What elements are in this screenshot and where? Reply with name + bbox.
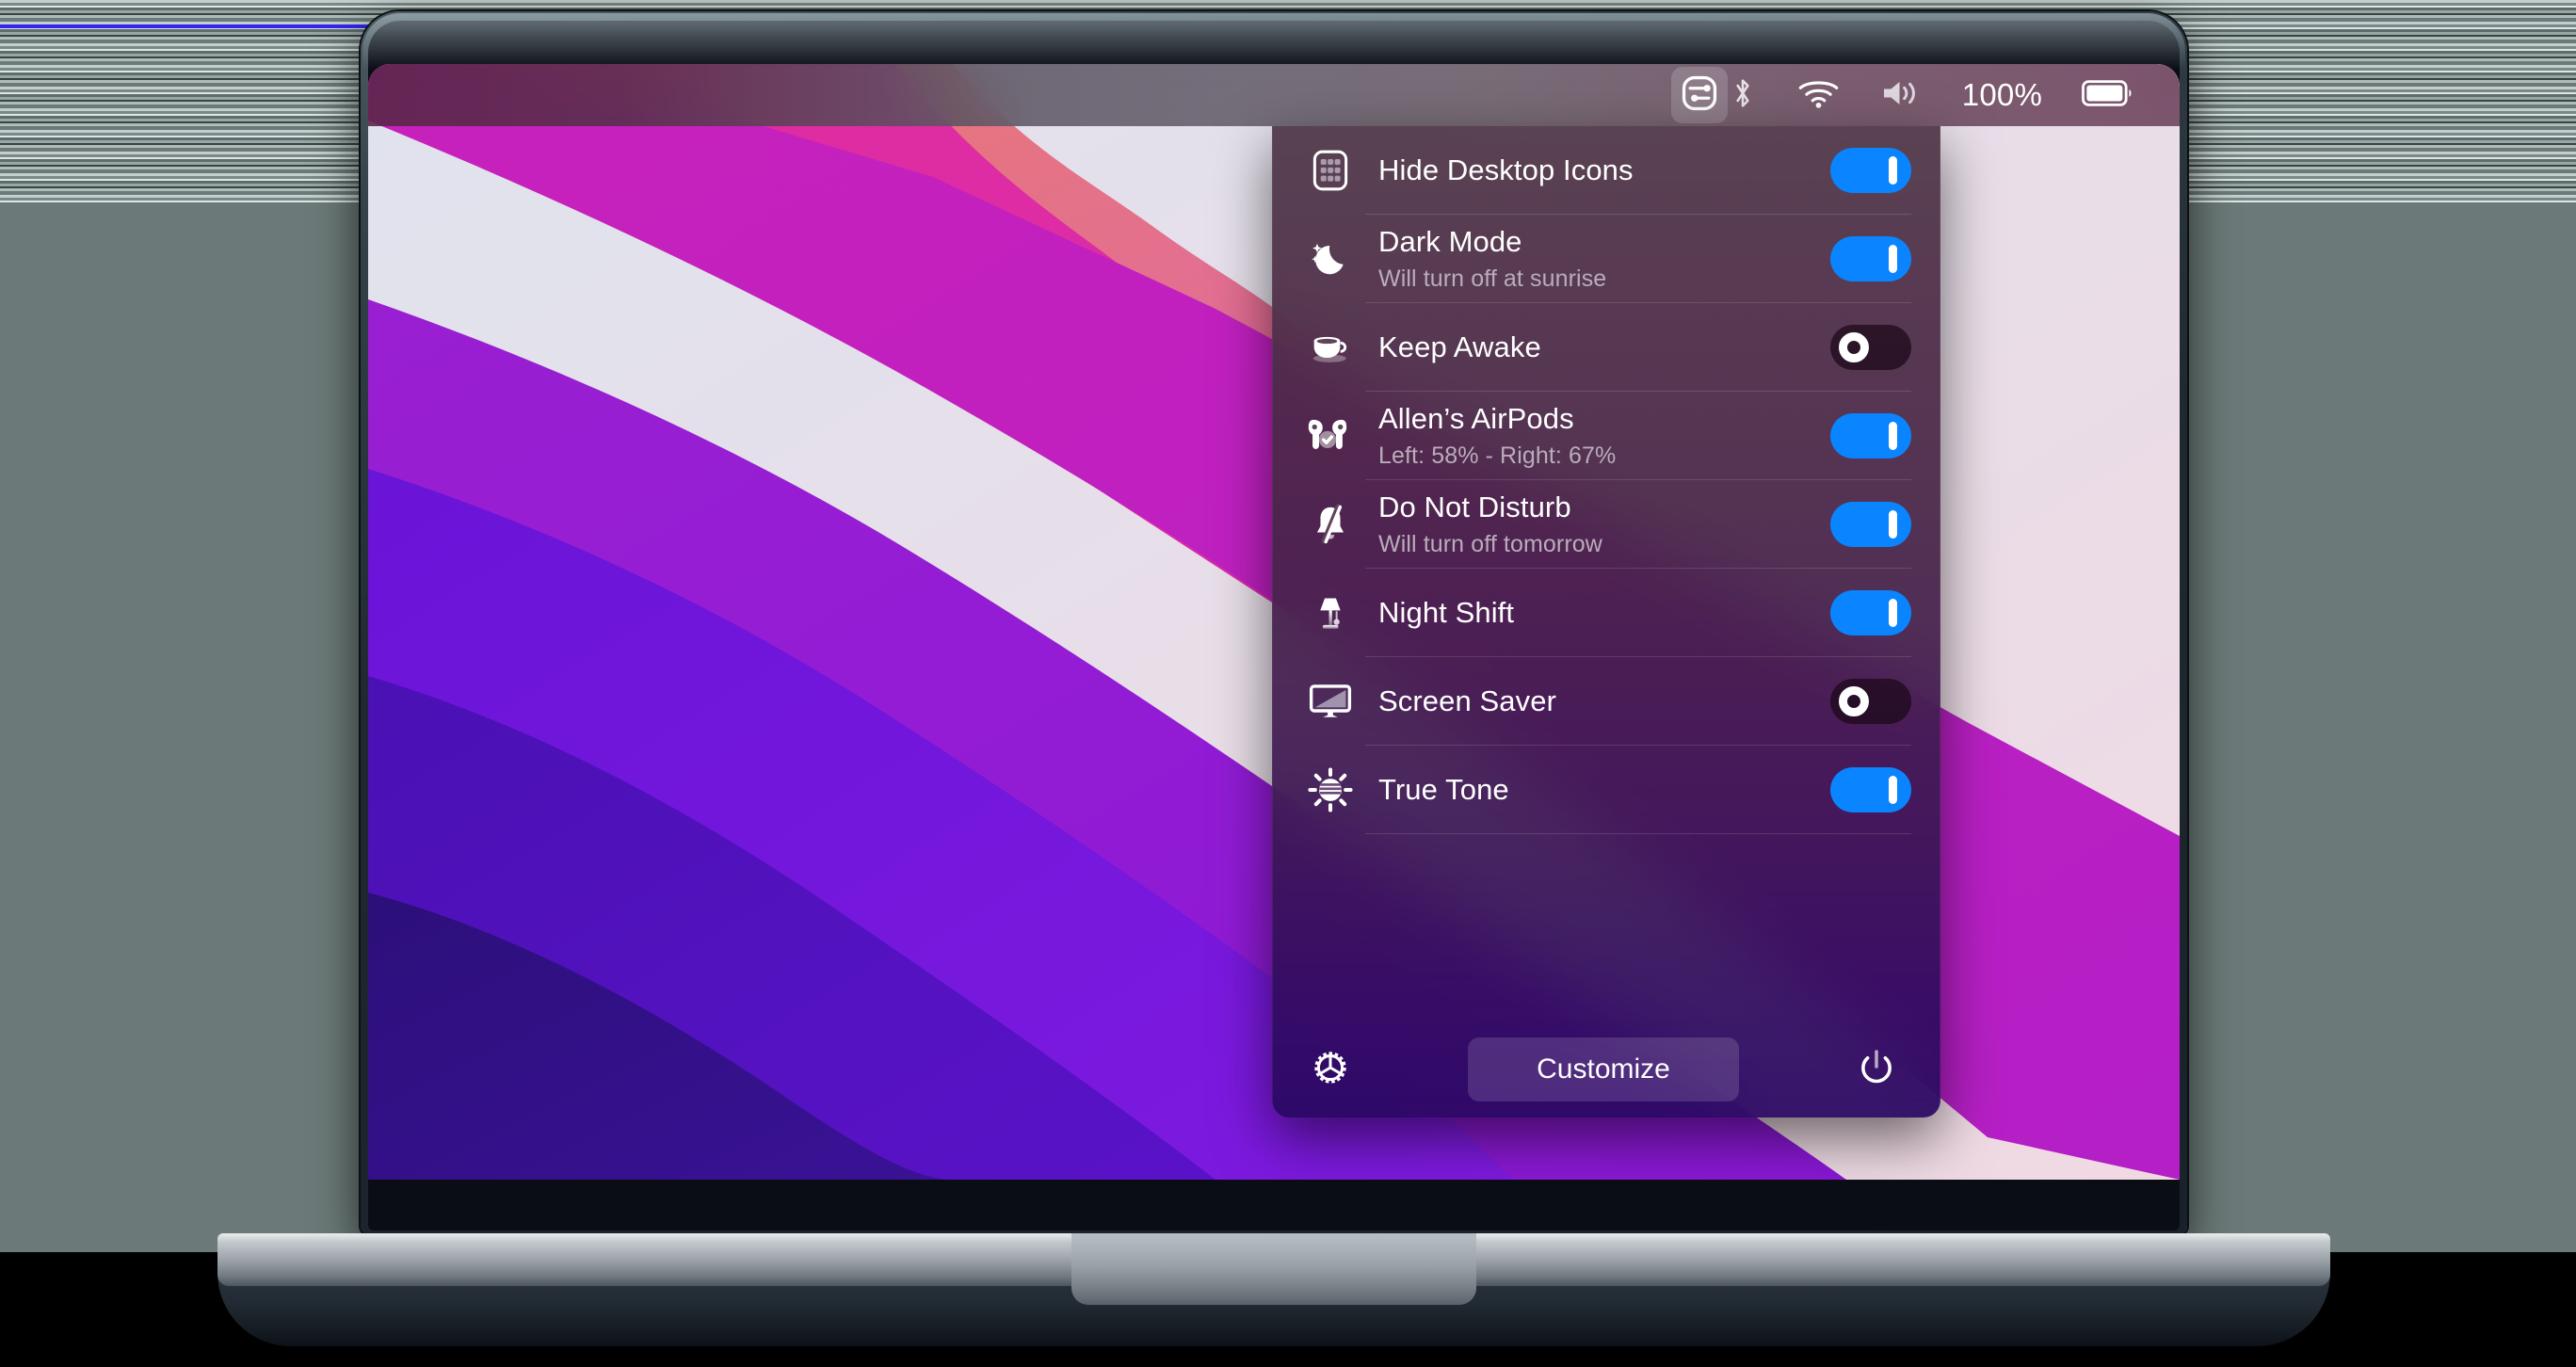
row-labels: Night Shift <box>1365 596 1830 631</box>
customize-button[interactable]: Customize <box>1468 1037 1739 1102</box>
toggle-knob <box>1889 156 1897 185</box>
laptop-base <box>217 1233 2330 1305</box>
display-icon <box>1296 680 1365 723</box>
toggle-knob <box>1839 332 1869 362</box>
coffee-cup-icon <box>1296 327 1365 368</box>
row-subtitle: Will turn off at sunrise <box>1378 265 1607 292</box>
row-screen-saver[interactable]: Screen Saver <box>1273 657 1940 746</box>
row-night-shift[interactable]: Night Shift <box>1273 569 1940 657</box>
sun-stripes-icon <box>1296 766 1365 813</box>
bluetooth-icon[interactable] <box>1728 74 1758 117</box>
toggle-dark-mode[interactable] <box>1830 236 1911 281</box>
toggle-hide-desktop-icons[interactable] <box>1830 148 1911 193</box>
toggle-knob <box>1889 422 1897 450</box>
customize-slot: Customize <box>1365 1037 1842 1102</box>
moon-stars-icon <box>1296 236 1365 281</box>
row-labels: Do Not Disturb Will turn off tomorrow <box>1365 491 1830 558</box>
row-labels: Allen’s AirPods Left: 58% - Right: 67% <box>1365 402 1830 470</box>
toggle-do-not-disturb[interactable] <box>1830 502 1911 547</box>
screen: 100% Hide Desktop Icons Dark Mode Will t… <box>368 64 2180 1180</box>
sliders-icon <box>1680 73 1719 118</box>
row-labels: Screen Saver <box>1365 684 1830 719</box>
screenshot-stage: 100% Hide Desktop Icons Dark Mode Will t… <box>0 0 2576 1367</box>
toggle-screen-saver[interactable] <box>1830 679 1911 724</box>
row-subtitle: Will turn off tomorrow <box>1378 530 1602 557</box>
toggle-knob <box>1889 599 1897 627</box>
row-labels: True Tone <box>1365 773 1830 808</box>
row-do-not-disturb[interactable]: Do Not Disturb Will turn off tomorrow <box>1273 480 1940 569</box>
airpods-icon <box>1296 412 1365 459</box>
row-labels: Keep Awake <box>1365 330 1830 365</box>
desktop-grid-icon <box>1296 149 1365 192</box>
row-true-tone[interactable]: True Tone <box>1273 746 1940 834</box>
desk-lamp-icon <box>1296 590 1365 635</box>
power-button[interactable] <box>1842 1046 1911 1094</box>
row-labels: Dark Mode Will turn off at sunrise <box>1365 225 1830 293</box>
toggle-knob <box>1889 510 1897 539</box>
menu-bar-status-items: 100% <box>1728 74 2180 117</box>
row-labels: Hide Desktop Icons <box>1365 153 1830 188</box>
row-title: Screen Saver <box>1378 684 1557 717</box>
macos-menu-bar: 100% <box>368 64 2180 126</box>
row-title: Dark Mode <box>1378 224 1522 258</box>
row-title: Night Shift <box>1378 595 1515 629</box>
toggle-knob <box>1889 245 1897 273</box>
row-hide-desktop-icons[interactable]: Hide Desktop Icons <box>1273 126 1940 215</box>
panel-footer: Customize <box>1273 1021 1940 1118</box>
row-title: True Tone <box>1378 772 1509 806</box>
battery-full-icon[interactable] <box>2082 79 2134 112</box>
row-title: Allen’s AirPods <box>1378 401 1574 435</box>
row-title: Do Not Disturb <box>1378 490 1571 523</box>
laptop-base-notch <box>1071 1233 1476 1305</box>
toggle-keep-awake[interactable] <box>1830 325 1911 370</box>
row-dark-mode[interactable]: Dark Mode Will turn off at sunrise <box>1273 215 1940 303</box>
gear-icon <box>1309 1046 1352 1094</box>
toggle-knob <box>1839 686 1869 716</box>
laptop-lid: 100% Hide Desktop Icons Dark Mode Will t… <box>361 11 2187 1235</box>
screen-bezel: 100% Hide Desktop Icons Dark Mode Will t… <box>368 21 2180 1230</box>
wifi-icon[interactable] <box>1797 77 1840 114</box>
toggle-night-shift[interactable] <box>1830 590 1911 635</box>
settings-button[interactable] <box>1296 1046 1365 1094</box>
toggle-knob <box>1889 776 1897 804</box>
power-icon <box>1855 1046 1898 1094</box>
toggle-true-tone[interactable] <box>1830 767 1911 812</box>
row-divider <box>1365 833 1911 834</box>
macbook-mockup: 100% Hide Desktop Icons Dark Mode Will t… <box>217 11 2330 1346</box>
control-panel-popover: Hide Desktop Icons Dark Mode Will turn o… <box>1272 126 1940 1118</box>
bell-slash-icon <box>1296 502 1365 547</box>
row-title: Hide Desktop Icons <box>1378 153 1634 186</box>
battery-percent-label: 100% <box>1961 77 2042 112</box>
menubar-app-icon-button[interactable] <box>1670 67 1728 123</box>
volume-icon[interactable] <box>1879 76 1923 115</box>
row-allens-airpods[interactable]: Allen’s AirPods Left: 58% - Right: 67% <box>1273 392 1940 480</box>
toggle-row-list: Hide Desktop Icons Dark Mode Will turn o… <box>1273 126 1940 834</box>
row-subtitle: Left: 58% - Right: 67% <box>1378 442 1617 469</box>
row-title: Keep Awake <box>1378 330 1541 363</box>
row-keep-awake[interactable]: Keep Awake <box>1273 303 1940 392</box>
toggle-allens-airpods[interactable] <box>1830 413 1911 458</box>
